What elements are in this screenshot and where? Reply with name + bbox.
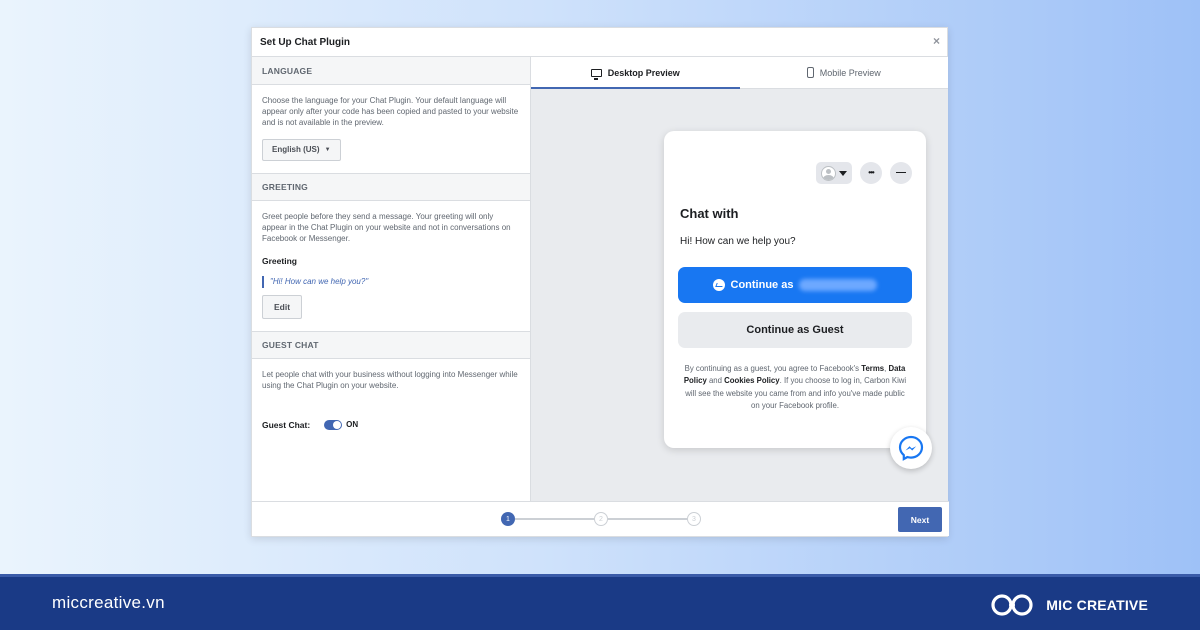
legal-comma: ,	[884, 364, 887, 373]
chat-card-title: Chat with	[680, 206, 739, 221]
desktop-monitor-icon	[590, 68, 602, 80]
preview-tabs: Desktop Preview Mobile Preview	[531, 57, 948, 89]
next-button[interactable]: Next	[898, 507, 942, 532]
setup-chat-plugin-dialog: Set Up Chat Plugin × LANGUAGE Choose the…	[251, 27, 949, 537]
greeting-text: "Hi! How can we help you?"	[262, 276, 520, 289]
step-connector	[515, 518, 595, 520]
more-options-icon[interactable]: •••	[860, 162, 882, 184]
greeting-description: Greet people before they send a message.…	[262, 211, 511, 243]
close-icon[interactable]: ×	[933, 35, 940, 47]
guest-chat-section-heading: GUEST CHAT	[252, 331, 530, 360]
chat-plugin-preview-card: ••• — Chat with Hi! How can we help you?…	[664, 131, 926, 448]
chat-card-greeting: Hi! How can we help you?	[680, 236, 796, 247]
legal-notice: By continuing as a guest, you agree to F…	[682, 363, 908, 413]
minimize-icon[interactable]: —	[890, 162, 912, 184]
dialog-footer: 1 2 3 Next	[252, 501, 949, 536]
tab-mobile-label: Mobile Preview	[819, 67, 881, 78]
messenger-launcher-button[interactable]	[890, 427, 932, 469]
guest-chat-toggle[interactable]	[324, 419, 343, 430]
edit-greeting-button[interactable]: Edit	[262, 295, 302, 320]
continue-as-user-button[interactable]: Continue as	[678, 267, 912, 303]
account-switcher[interactable]	[816, 162, 852, 184]
messenger-bubble-icon	[898, 435, 924, 461]
avatar-icon	[821, 165, 836, 181]
blurred-user-name	[799, 279, 878, 291]
dialog-header: Set Up Chat Plugin ×	[252, 28, 947, 57]
step-indicator-1: 1	[501, 512, 515, 526]
guest-chat-state: ON	[346, 420, 359, 429]
dialog-title: Set Up Chat Plugin	[260, 36, 350, 48]
guest-chat-section: Let people chat with your business witho…	[252, 359, 530, 441]
triangle-down-icon	[839, 170, 847, 176]
brand-name: MIC CREATIVE	[1046, 597, 1148, 613]
greeting-label: Greeting	[262, 256, 297, 267]
preview-panel: Desktop Preview Mobile Preview ••• — Cha…	[531, 57, 948, 503]
legal-text-intro: By continuing as a guest, you agree to F…	[684, 364, 860, 373]
greeting-section-heading: GREETING	[252, 172, 530, 201]
settings-panel: LANGUAGE Choose the language for your Ch…	[252, 57, 531, 503]
guest-chat-label: Guest Chat:	[262, 419, 311, 430]
language-dropdown[interactable]: English (US) ▼	[262, 138, 341, 161]
language-section-heading: LANGUAGE	[252, 57, 530, 85]
step-connector	[608, 518, 688, 520]
terms-link[interactable]: Terms	[861, 364, 884, 373]
brand-footer-bar: miccreative.vn MIC CREATIVE	[0, 574, 1200, 630]
messenger-icon	[712, 279, 725, 291]
tab-mobile-preview[interactable]: Mobile Preview	[740, 57, 949, 88]
guest-chat-row: Guest Chat: ON	[262, 419, 520, 430]
continue-as-label: Continue as	[730, 279, 794, 291]
language-selected: English (US)	[272, 145, 320, 155]
greeting-section: Greet people before they send a message.…	[252, 201, 530, 332]
mic-creative-logo-icon	[991, 594, 1033, 616]
tab-desktop-label: Desktop Preview	[607, 67, 680, 78]
caret-down-icon: ▼	[324, 146, 331, 153]
language-description: Choose the language for your Chat Plugin…	[262, 96, 519, 128]
mobile-phone-icon	[806, 67, 814, 78]
legal-and: and	[708, 376, 722, 386]
website-url: miccreative.vn	[52, 593, 165, 612]
card-controls: ••• —	[816, 162, 912, 184]
brand-logo: MIC CREATIVE	[988, 591, 1148, 619]
continue-as-guest-button[interactable]: Continue as Guest	[678, 312, 912, 348]
step-indicator-3: 3	[687, 512, 701, 526]
step-indicator-2: 2	[594, 512, 608, 526]
cookies-policy-link[interactable]: Cookies Policy	[724, 376, 779, 385]
tab-desktop-preview[interactable]: Desktop Preview	[531, 57, 740, 89]
guest-chat-description: Let people chat with your business witho…	[262, 370, 518, 391]
language-section: Choose the language for your Chat Plugin…	[252, 85, 530, 173]
